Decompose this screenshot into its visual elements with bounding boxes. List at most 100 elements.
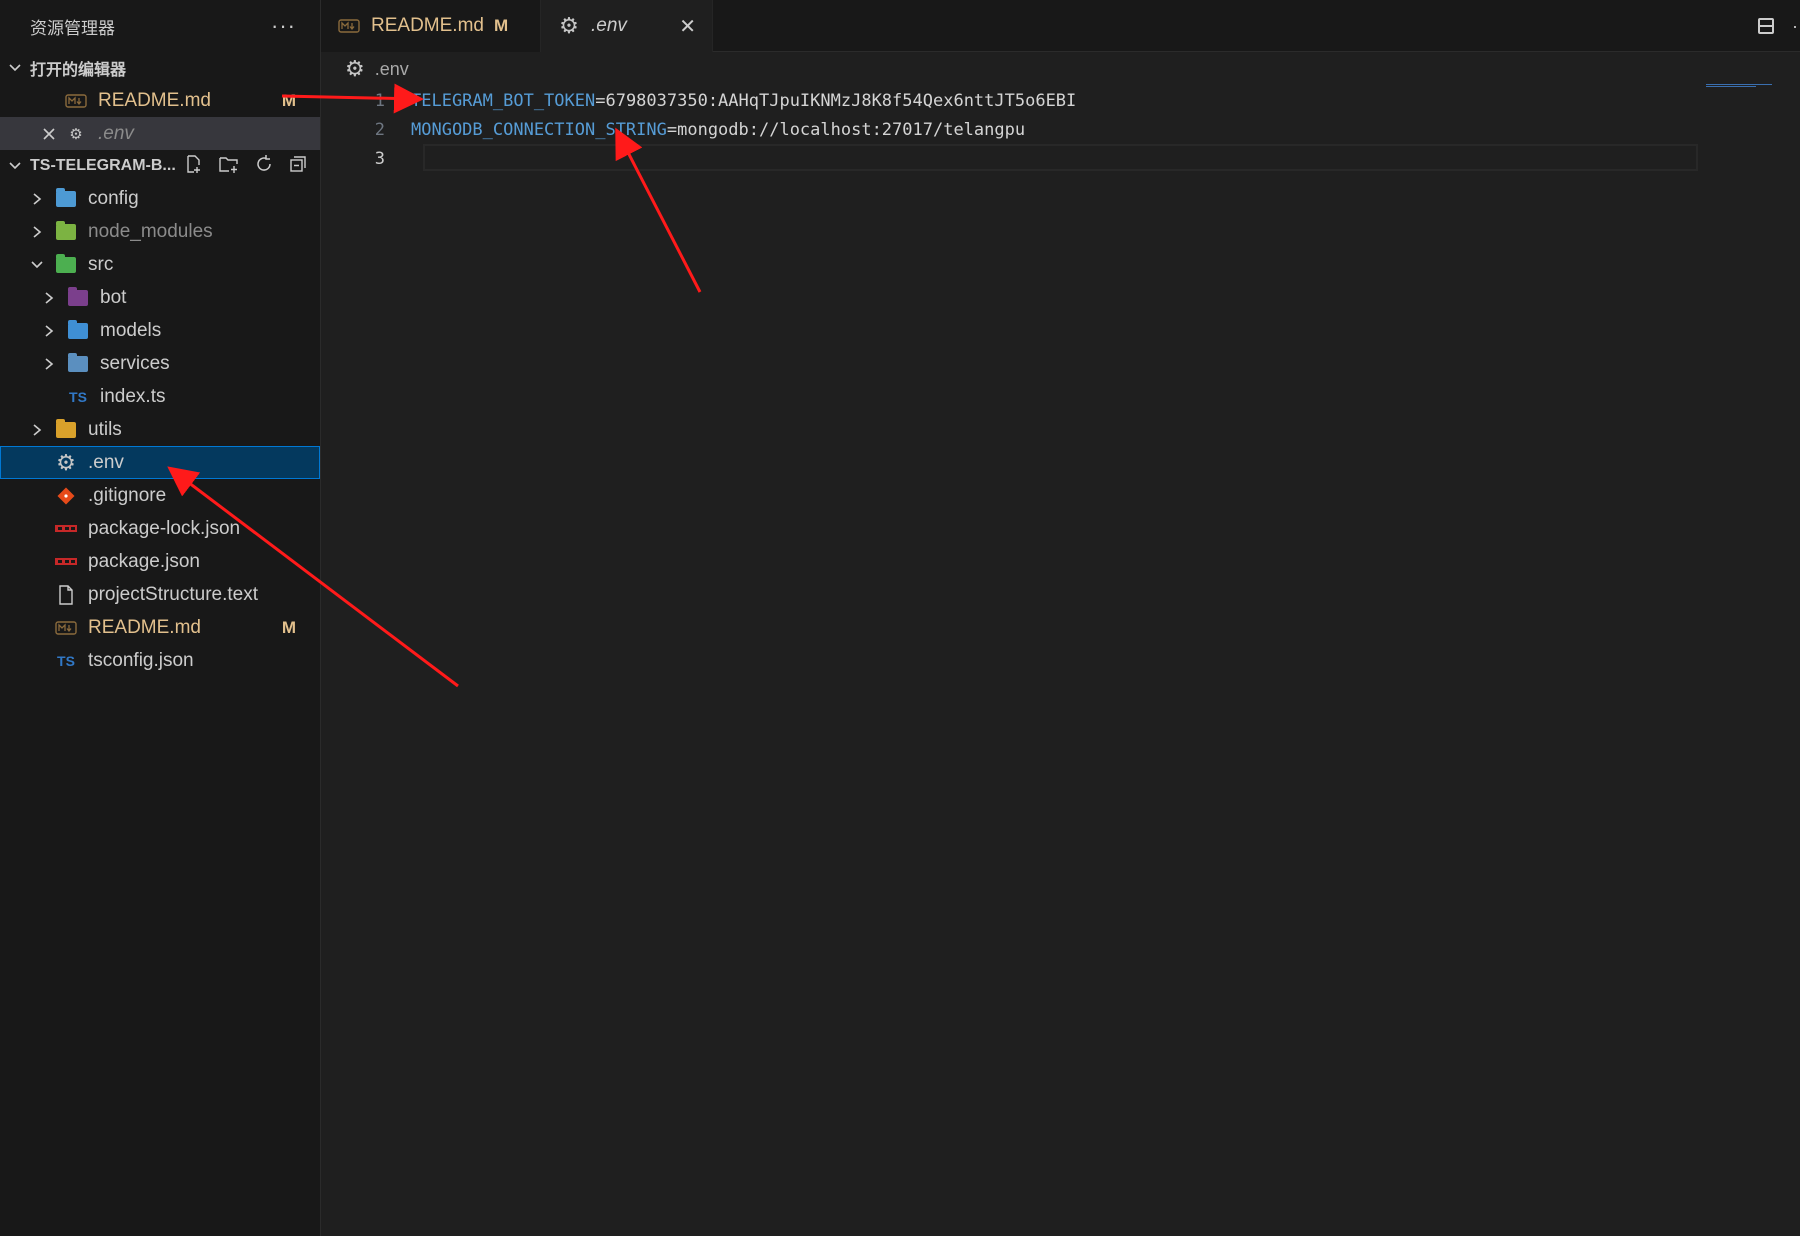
folder-services-icon — [66, 352, 90, 375]
file-icon — [54, 584, 78, 606]
tree-folder-src[interactable]: src — [0, 248, 320, 281]
current-line-highlight — [423, 144, 1698, 171]
env-value: =mongodb://localhost:27017/telangpu — [666, 119, 1026, 140]
more-actions-icon[interactable]: ··· — [271, 13, 296, 39]
line-number: 2 — [374, 119, 385, 140]
folder-src-icon — [54, 253, 78, 276]
tree-file-tsconfig[interactable]: TS tsconfig.json — [0, 644, 320, 677]
tree-label: services — [100, 352, 170, 374]
tab-readme[interactable]: README.md M — [321, 0, 541, 52]
folder-models-icon — [66, 319, 90, 342]
new-folder-icon[interactable] — [218, 154, 240, 179]
chevron-right-icon — [28, 423, 46, 437]
chevron-right-icon — [40, 291, 58, 305]
project-title: TS-TELEGRAM-B... — [30, 157, 176, 174]
tree-file-readme[interactable]: README.md M — [0, 611, 320, 644]
tree-label: models — [100, 319, 162, 341]
tree-file-gitignore[interactable]: .gitignore — [0, 479, 320, 512]
tree-folder-bot[interactable]: bot — [0, 281, 320, 314]
new-file-icon[interactable] — [184, 154, 204, 179]
tree-label: package-lock.json — [88, 517, 241, 539]
refresh-icon[interactable] — [254, 154, 274, 179]
tab-bar: README.md M ⚙ .env ✕ · — [321, 0, 1800, 52]
tree-folder-node-modules[interactable]: node_modules — [0, 215, 320, 248]
chevron-right-icon — [28, 192, 46, 206]
breadcrumb-file: .env — [374, 58, 409, 79]
tree-file-project-structure[interactable]: projectStructure.text — [0, 578, 320, 611]
chevron-down-icon — [28, 258, 46, 272]
explorer-sidebar: 资源管理器 ··· 打开的编辑器 README.md M ⚙ .env TS-T… — [0, 0, 321, 1236]
gear-icon: ⚙ — [345, 56, 365, 81]
explorer-header: 资源管理器 ··· — [0, 0, 320, 52]
tree-label: utils — [88, 418, 122, 440]
folder-bot-icon — [66, 286, 90, 309]
code-line[interactable]: 1 TELEGRAM_BOT_TOKEN=6798037350:AAHqTJpu… — [321, 86, 1800, 115]
chevron-right-icon — [28, 225, 46, 239]
tree-label: .gitignore — [88, 484, 167, 506]
env-key: TELEGRAM_BOT_TOKEN — [411, 90, 596, 111]
tree-label: node_modules — [88, 220, 213, 242]
tree-folder-models[interactable]: models — [0, 314, 320, 347]
close-icon[interactable] — [40, 127, 58, 141]
markdown-icon — [64, 90, 88, 112]
tree-file-env[interactable]: ⚙ .env — [0, 446, 320, 479]
npm-icon — [54, 518, 78, 540]
typescript-icon: TS — [69, 388, 87, 405]
line-number: 1 — [374, 90, 385, 111]
gear-icon: ⚙ — [69, 125, 83, 143]
minimap[interactable] — [1706, 84, 1772, 88]
tsconfig-icon: TS — [57, 652, 75, 669]
tab-env[interactable]: ⚙ .env ✕ — [541, 0, 713, 52]
breadcrumb[interactable]: ⚙ .env — [321, 52, 1800, 86]
open-editor-readme[interactable]: README.md M — [0, 84, 320, 117]
chevron-down-icon — [0, 159, 30, 173]
open-editor-env-label: .env — [98, 122, 134, 144]
line-number: 3 — [374, 148, 385, 169]
folder-utils-icon — [54, 418, 78, 441]
code-line[interactable]: 2 MONGODB_CONNECTION_STRING=mongodb://lo… — [321, 115, 1800, 144]
open-editors-section[interactable]: 打开的编辑器 — [0, 52, 320, 84]
split-editor-icon[interactable] — [1758, 18, 1774, 34]
folder-config-icon — [54, 187, 78, 210]
tree-folder-services[interactable]: services — [0, 347, 320, 380]
tree-label: src — [88, 253, 114, 275]
npm-icon — [54, 551, 78, 573]
open-editors-title: 打开的编辑器 — [30, 62, 127, 79]
tree-label: .env — [88, 451, 124, 473]
tree-label: projectStructure.text — [88, 583, 259, 605]
git-icon — [54, 485, 78, 507]
gear-icon: ⚙ — [559, 13, 579, 38]
tree-label: package.json — [88, 550, 200, 572]
tree-label: index.ts — [100, 385, 166, 407]
modified-badge: M — [281, 617, 296, 637]
modified-badge: M — [493, 16, 509, 35]
chevron-right-icon — [40, 324, 58, 338]
tree-file-index-ts[interactable]: TS index.ts — [0, 380, 320, 413]
project-section[interactable]: TS-TELEGRAM-B... — [0, 150, 320, 182]
editor-actions: · — [1758, 0, 1800, 52]
more-actions-icon[interactable]: · — [1792, 16, 1796, 37]
editor-area: README.md M ⚙ .env ✕ · ⚙ .env 1 TELEGRAM… — [321, 0, 1800, 1236]
tree-file-package-json[interactable]: package.json — [0, 545, 320, 578]
code-editor[interactable]: 1 TELEGRAM_BOT_TOKEN=6798037350:AAHqTJpu… — [321, 86, 1800, 173]
markdown-icon — [54, 617, 78, 639]
open-editor-env[interactable]: ⚙ .env — [0, 117, 320, 150]
gear-icon: ⚙ — [56, 449, 76, 475]
markdown-icon — [337, 15, 361, 37]
tree-label: config — [88, 187, 139, 209]
explorer-title: 资源管理器 — [30, 18, 115, 38]
tree-folder-config[interactable]: config — [0, 182, 320, 215]
chevron-down-icon — [0, 61, 30, 75]
tree-file-package-lock[interactable]: package-lock.json — [0, 512, 320, 545]
folder-node-icon — [54, 220, 78, 243]
tree-label: tsconfig.json — [88, 649, 194, 671]
tree-label: bot — [100, 286, 127, 308]
tab-label: .env — [591, 15, 627, 36]
chevron-right-icon — [40, 357, 58, 371]
close-icon[interactable]: ✕ — [679, 14, 696, 39]
modified-badge: M — [281, 90, 296, 110]
env-key: MONGODB_CONNECTION_STRING — [411, 119, 667, 140]
collapse-all-icon[interactable] — [288, 154, 308, 179]
env-value: =6798037350:AAHqTJpuIKNMzJ8K8f54Qex6nttJ… — [595, 90, 1077, 111]
tree-folder-utils[interactable]: utils — [0, 413, 320, 446]
